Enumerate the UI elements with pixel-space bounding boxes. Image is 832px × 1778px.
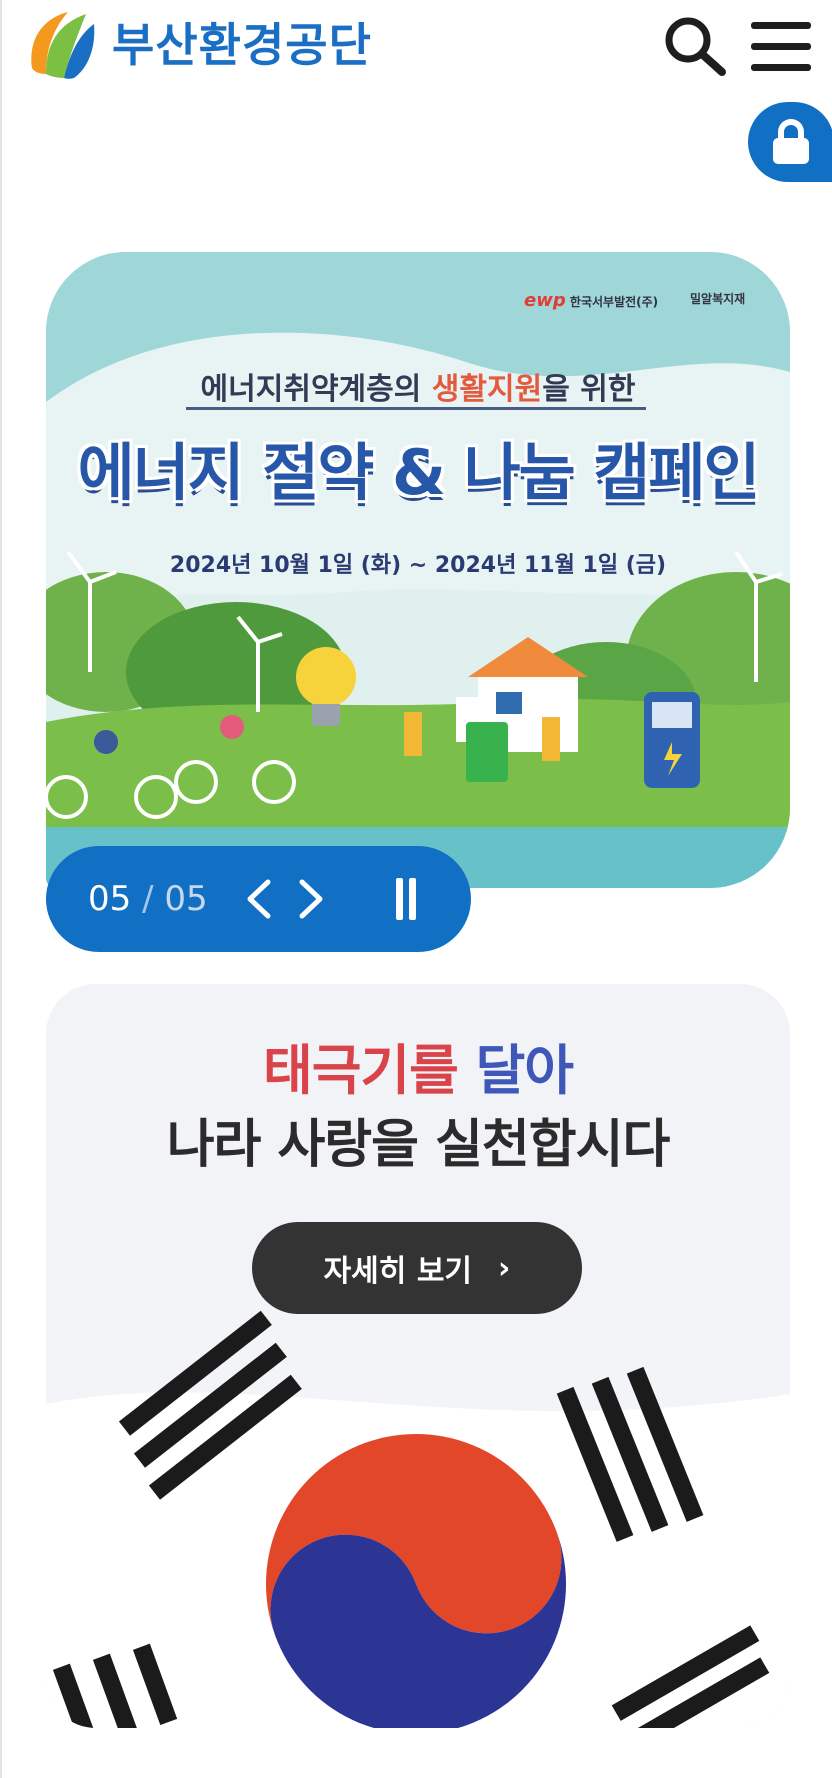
pause-bar-right <box>409 878 416 920</box>
hamburger-menu-icon <box>751 22 811 71</box>
site-logo[interactable]: 부산환경공단 <box>24 8 372 82</box>
slide-subtitle: 에너지취약계층의 생활지원을 위한 <box>46 364 790 408</box>
leaf-logo-icon <box>31 12 95 79</box>
view-details-button[interactable]: 자세히 보기 › <box>252 1222 582 1314</box>
logo-text: 부산환경공단 <box>112 18 372 72</box>
slide-title: 에너지 절약 & 나눔 캠페인 <box>77 436 761 509</box>
banner-title-red: 태극기를 <box>263 1039 476 1102</box>
banner-title-blue: 달아 <box>475 1039 574 1102</box>
banner-title-line1: 태극기를 달아 <box>46 1026 790 1105</box>
site-header: 부산환경공단 <box>2 0 832 100</box>
taegukgi-flag-image <box>46 1284 790 1728</box>
pause-slide-button[interactable] <box>388 878 424 920</box>
chevron-left-icon <box>247 879 271 919</box>
sponsor-ewp: ewp 한국서부발전(주) <box>524 290 658 311</box>
main-visual-slide[interactable]: ewp 한국서부발전(주) 밀알복지재 에너지취약계층의 생활지원을 위한 에너… <box>46 252 790 888</box>
subtitle-underline <box>186 407 646 410</box>
slide-counter: 05 / 05 <box>88 879 208 919</box>
slider-controls: 05 / 05 <box>46 846 471 952</box>
slide-subtitle-post: 을 위한 <box>542 372 636 407</box>
taegukgi-banner: 태극기를 달아 나라 사랑을 실천합시다 자세히 보기 › <box>46 984 790 1728</box>
slide-subtitle-highlight: 생활지원 <box>431 372 543 407</box>
sponsor-milal-name: 밀알복지재 <box>690 292 746 306</box>
menu-button[interactable] <box>747 18 815 76</box>
slide-date: 2024년 10월 1일 (화) ~ 2024년 11월 1일 (금) <box>169 553 667 578</box>
search-button[interactable] <box>660 12 730 78</box>
sponsor-milal: 밀알복지재 <box>690 290 745 307</box>
view-details-label: 자세히 보기 <box>323 1254 473 1289</box>
lock-icon <box>773 119 809 164</box>
slide-separator: / <box>131 879 165 919</box>
sponsor-ewp-mark: ewp <box>524 290 566 311</box>
pause-bar-left <box>396 878 403 920</box>
search-icon <box>665 17 726 76</box>
slide-current: 05 <box>88 879 132 919</box>
slide-subtitle-pre: 에너지취약계층의 <box>200 372 432 407</box>
chevron-right-icon <box>299 879 323 919</box>
slide-total: 05 <box>164 879 208 919</box>
login-button[interactable] <box>748 102 832 182</box>
sponsor-ewp-name: 한국서부발전(주) <box>569 295 659 309</box>
chevron-right-icon: › <box>498 1250 511 1286</box>
banner-title-line2: 나라 사랑을 실천합시다 <box>166 1115 671 1175</box>
next-slide-button[interactable] <box>294 876 328 922</box>
prev-slide-button[interactable] <box>242 876 276 922</box>
